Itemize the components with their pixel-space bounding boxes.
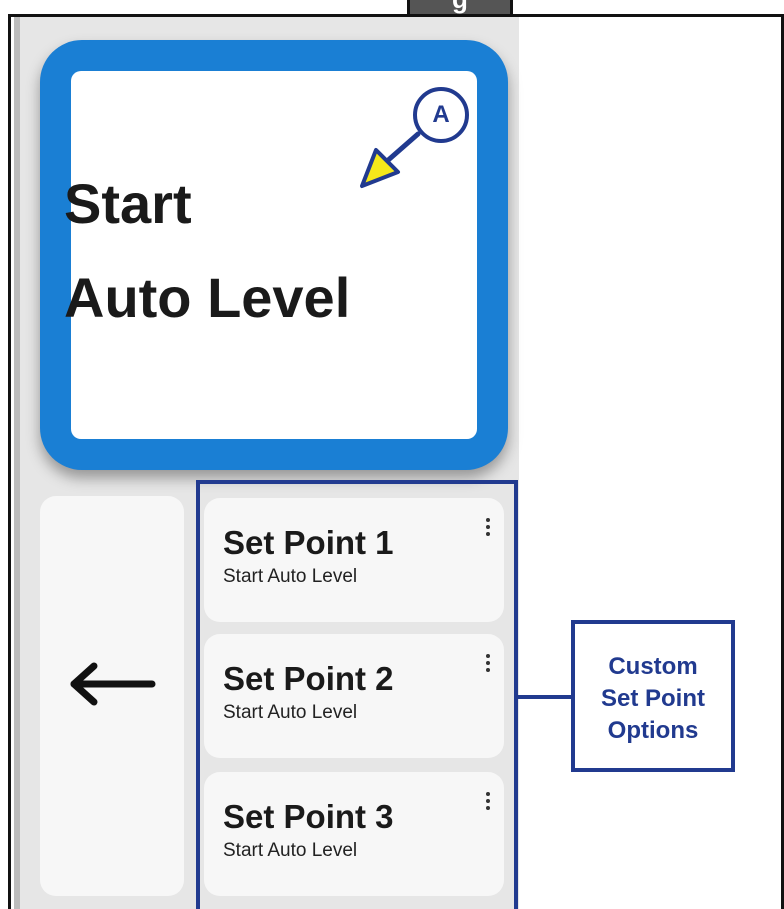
annotation-line3: Options [607, 717, 699, 744]
screen-edge [14, 17, 20, 909]
annotation-line1: Custom [608, 653, 698, 680]
annotation-line2: Set Point [600, 685, 705, 712]
start-label-line2: Auto Level [64, 266, 351, 329]
start-button-label: Start Auto Level [64, 176, 464, 326]
figure-frame: g Start Auto Level A Set Point 1 Start A… [0, 0, 784, 909]
left-arrow-icon [70, 662, 156, 706]
callout-a-label: A [432, 101, 450, 128]
figure-tab-label: g [410, 0, 510, 12]
figure-tab: g [407, 0, 513, 17]
set-point-options-highlight [196, 480, 518, 909]
callout-a-marker: A [413, 87, 469, 143]
annotation-connector [518, 695, 572, 699]
figure-border-left [8, 14, 11, 909]
custom-set-point-annotation: Custom Set Point Options [571, 620, 735, 772]
figure-border-top [8, 14, 784, 17]
callout-arrow-icon [360, 131, 421, 188]
